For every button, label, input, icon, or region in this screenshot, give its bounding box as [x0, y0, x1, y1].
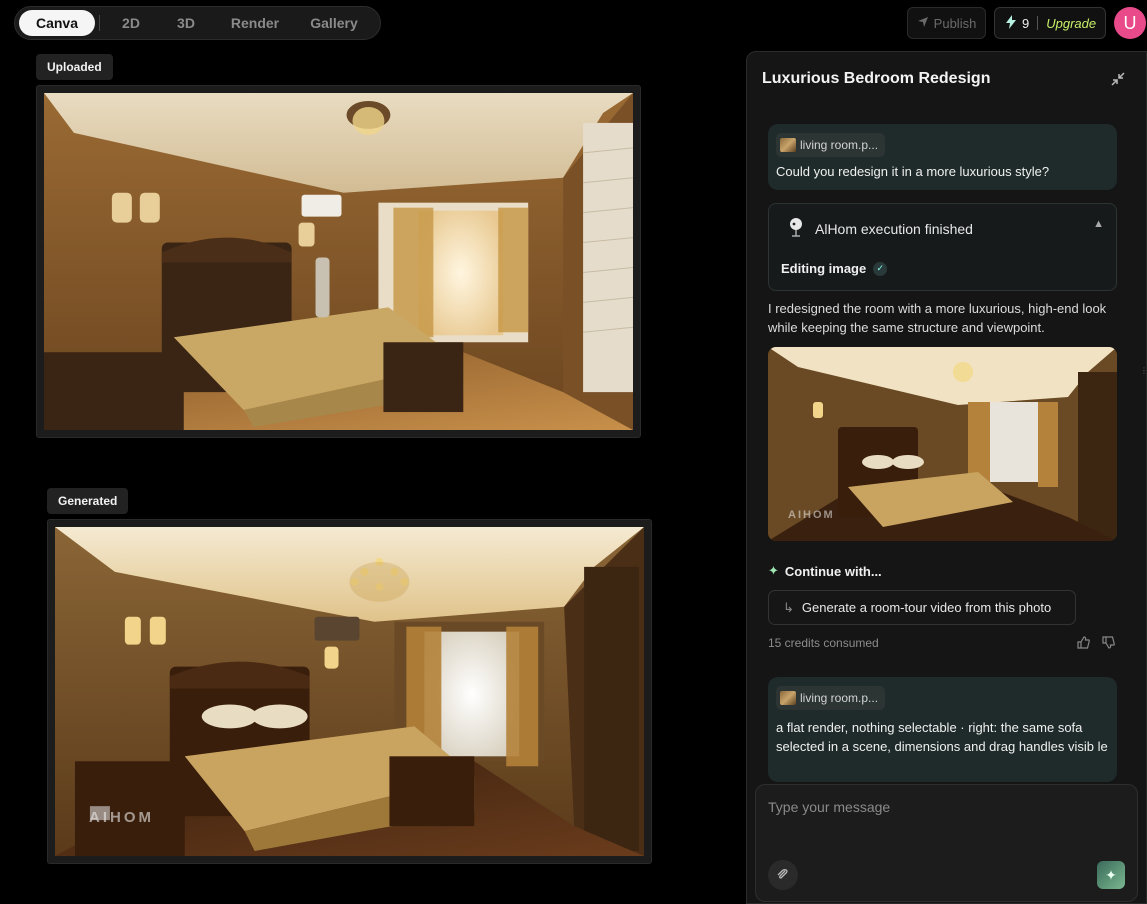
thumbs-up-icon[interactable]: [1077, 636, 1090, 652]
user-message-2: living room.p... a flat render, nothing …: [768, 677, 1117, 782]
reply-watermark: AIHOM: [788, 509, 835, 521]
thumbs-down-icon[interactable]: [1102, 636, 1115, 652]
assistant-reply: I redesigned the room with a more luxuri…: [768, 301, 1107, 335]
suggestion-button[interactable]: ↳ Generate a room-tour video from this p…: [768, 590, 1076, 625]
feedback-buttons: [1077, 636, 1115, 652]
reply-image[interactable]: AIHOM: [768, 347, 1117, 541]
attachment-chip[interactable]: living room.p...: [776, 133, 886, 157]
generated-label: Generated: [47, 488, 129, 514]
tab-2d[interactable]: 2D: [108, 10, 154, 36]
attachment-name: living room.p...: [800, 138, 879, 152]
sparkle-icon: ✦: [768, 563, 779, 578]
uploaded-image: [44, 93, 633, 430]
tab-divider: [99, 15, 100, 31]
image-thumbnail-icon: [780, 138, 796, 152]
continue-section: ✦ Continue with...: [768, 563, 882, 579]
tab-canva[interactable]: Canva: [19, 10, 95, 36]
send-icon: [917, 16, 929, 31]
execution-header: AlHom execution finished: [787, 216, 973, 241]
execution-card[interactable]: AlHom execution finished ▲ Editing image…: [768, 203, 1117, 291]
credits-count: 9: [1022, 15, 1030, 31]
sparkle-send-icon: ✦: [1105, 866, 1117, 883]
uploaded-label: Uploaded: [36, 54, 113, 80]
return-arrow-icon: ↳: [783, 599, 794, 615]
credits-consumed: 15 credits consumed: [768, 636, 879, 650]
robot-icon: [787, 216, 805, 241]
tab-render[interactable]: Render: [218, 10, 292, 36]
suggestion-label: Generate a room-tour video from this pho…: [801, 600, 1052, 615]
tab-3d[interactable]: 3D: [154, 10, 218, 36]
attachment-chip-2[interactable]: living room.p...: [776, 686, 886, 710]
paperclip-icon[interactable]: [768, 860, 798, 890]
watermark-text: AIHOM: [89, 809, 154, 826]
continue-label: Continue with...: [784, 563, 882, 579]
execution-title: AlHom execution finished: [815, 220, 973, 237]
generated-image-frame[interactable]: AIHOM: [47, 519, 652, 864]
image-thumbnail-icon: [780, 691, 796, 705]
publish-label: Publish: [933, 15, 977, 31]
message-input[interactable]: [768, 799, 1118, 815]
panel-resize-handle[interactable]: ⋮: [1140, 366, 1147, 376]
chat-title: Luxurious Bedroom Redesign: [762, 70, 991, 87]
tab-gallery[interactable]: Gallery: [292, 10, 376, 36]
chevron-up-icon[interactable]: ▲: [1093, 218, 1104, 230]
lightning-icon: [1005, 14, 1017, 32]
publish-button[interactable]: Publish: [907, 7, 986, 39]
generated-image: AIHOM: [55, 527, 644, 856]
send-button[interactable]: ✦: [1097, 861, 1125, 889]
uploaded-image-frame[interactable]: [36, 85, 641, 438]
collapse-icon[interactable]: [1111, 72, 1127, 88]
avatar[interactable]: U: [1114, 7, 1146, 39]
message-composer: ✦: [755, 784, 1138, 902]
credits-upgrade-button[interactable]: 9 Upgrade: [994, 7, 1106, 39]
chat-panel: Luxurious Bedroom Redesign living room.p…: [746, 51, 1147, 904]
message-text: Could you redesign it in a more luxuriou…: [776, 164, 1050, 179]
check-icon: ✓: [873, 261, 888, 276]
execution-step-label: Editing image: [781, 261, 867, 276]
upgrade-label: Upgrade: [1046, 15, 1097, 31]
message-text-2: a flat render, nothing selectable · righ…: [776, 720, 1108, 754]
credits-divider: [1037, 16, 1039, 30]
view-tabs: Canva 2D 3D Render Gallery: [14, 6, 381, 40]
user-message: living room.p... Could you redesign it i…: [768, 124, 1117, 190]
attachment-name-2: living room.p...: [800, 691, 879, 705]
execution-step: Editing image ✓: [781, 261, 888, 276]
